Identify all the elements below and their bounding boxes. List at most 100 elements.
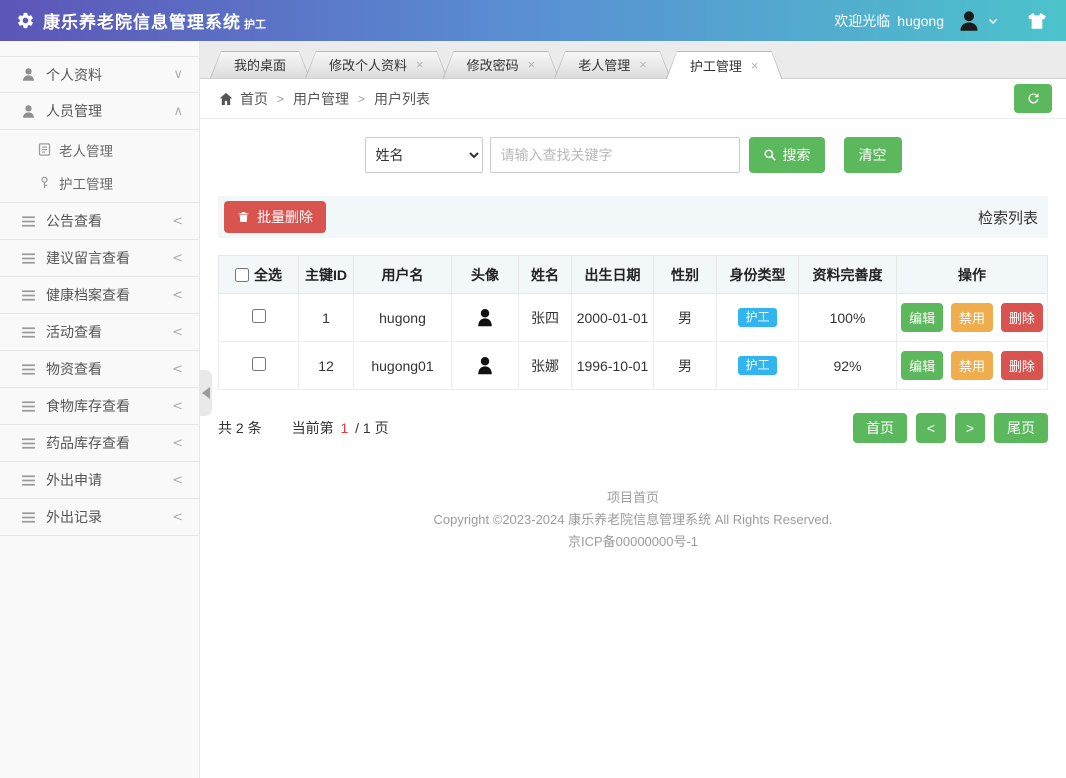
pagination: 共 2 条 当前第 1 / 1 页 首页 < > 尾页 <box>218 413 1048 443</box>
sidebar-item-announcements[interactable]: 公告查看 < <box>0 203 199 240</box>
footer-copyright: Copyright ©2023-2024 康乐养老院信息管理系统 All Rig… <box>218 509 1048 531</box>
breadcrumb-separator: > <box>277 92 284 106</box>
close-icon[interactable]: × <box>416 58 424 71</box>
tab-change-password[interactable]: 修改密码 × <box>443 51 560 78</box>
sidebar-item-elder-mgmt[interactable]: 老人管理 <box>0 133 199 166</box>
last-page-button[interactable]: 尾页 <box>994 413 1048 443</box>
cell-select <box>219 294 299 342</box>
sidebar-item-label: 人员管理 <box>46 101 102 121</box>
sidebar-item-medicine-inventory[interactable]: 药品库存查看 < <box>0 425 199 462</box>
batch-delete-button[interactable]: 批量删除 <box>224 201 326 233</box>
gear-icon <box>16 11 35 30</box>
list-title: 检索列表 <box>978 207 1038 228</box>
sidebar-item-profile[interactable]: 个人资料 ∨ <box>0 56 199 93</box>
cell-avatar <box>452 294 519 342</box>
next-page-button[interactable]: > <box>955 413 985 443</box>
sidebar-item-suggestions[interactable]: 建议留言查看 < <box>0 240 199 277</box>
sidebar-item-label: 个人资料 <box>46 65 102 85</box>
prev-page-button[interactable]: < <box>916 413 946 443</box>
first-page-button[interactable]: 首页 <box>853 413 907 443</box>
edit-button[interactable]: 编辑 <box>901 303 943 332</box>
search-input[interactable] <box>490 137 740 173</box>
tab-my-desktop[interactable]: 我的桌面 <box>210 51 310 78</box>
tab-bar: 我的桌面 修改个人资料 × 修改密码 × 老人管理 × 护工管理 × <box>200 41 1066 79</box>
breadcrumb-separator: > <box>358 92 365 106</box>
sidebar-item-label: 健康档案查看 <box>46 285 130 305</box>
cell-birth: 2000-01-01 <box>572 294 654 342</box>
sidebar-item-label: 外出申请 <box>46 470 102 490</box>
table-toolbar: 批量删除 检索列表 <box>218 196 1048 238</box>
row-checkbox[interactable] <box>252 309 266 323</box>
list-icon <box>37 142 52 157</box>
sidebar-item-label: 外出记录 <box>46 507 102 527</box>
header-name: 姓名 <box>519 256 572 294</box>
header-role: 身份类型 <box>717 256 799 294</box>
menu-icon <box>20 509 37 526</box>
sidebar-item-activities[interactable]: 活动查看 < <box>0 314 199 351</box>
sidebar-item-outing-records[interactable]: 外出记录 < <box>0 499 199 536</box>
delete-button[interactable]: 删除 <box>1001 303 1043 332</box>
top-header: 康乐养老院信息管理系统 护工 欢迎光临 hugong <box>0 0 1066 41</box>
cell-gender: 男 <box>654 294 717 342</box>
disable-button[interactable]: 禁用 <box>951 303 993 332</box>
footer-home-link[interactable]: 项目首页 <box>218 487 1048 509</box>
chevron-left-icon: < <box>172 362 183 377</box>
user-icon <box>20 66 37 83</box>
sidebar-collapse-handle[interactable] <box>200 370 212 416</box>
search-button[interactable]: 搜索 <box>749 137 825 173</box>
sidebar: 个人资料 ∨ 人员管理 ∧ 老人管理 护工管理 公告查看 < 建议留言查看 <box>0 41 200 778</box>
sidebar-item-food-inventory[interactable]: 食物库存查看 < <box>0 388 199 425</box>
close-icon[interactable]: × <box>639 58 647 71</box>
cell-id: 12 <box>299 342 354 390</box>
refresh-icon <box>1026 91 1041 106</box>
cell-id: 1 <box>299 294 354 342</box>
select-all-checkbox[interactable] <box>235 268 249 282</box>
content-panel: 姓名 搜索 清空 批量删除 检索列表 <box>200 119 1066 778</box>
sidebar-item-outing-application[interactable]: 外出申请 < <box>0 462 199 499</box>
tab-caregiver-mgmt[interactable]: 护工管理 × <box>666 51 783 79</box>
header-gender: 性别 <box>654 256 717 294</box>
refresh-button[interactable] <box>1014 84 1052 113</box>
disable-button[interactable]: 禁用 <box>951 351 993 380</box>
sidebar-item-health-records[interactable]: 健康档案查看 < <box>0 277 199 314</box>
tab-elder-mgmt[interactable]: 老人管理 × <box>554 51 671 78</box>
user-menu[interactable] <box>956 8 1000 34</box>
chevron-left-icon: < <box>172 214 183 229</box>
sidebar-item-label: 活动查看 <box>46 322 102 342</box>
breadcrumb-user-list[interactable]: 用户列表 <box>374 89 430 109</box>
row-checkbox[interactable] <box>252 357 266 371</box>
close-icon[interactable]: × <box>528 58 536 71</box>
breadcrumb-user-mgmt[interactable]: 用户管理 <box>293 89 349 109</box>
search-field-select[interactable]: 姓名 <box>365 137 483 173</box>
edit-button[interactable]: 编辑 <box>901 351 943 380</box>
header-completeness: 资料完善度 <box>799 256 897 294</box>
sidebar-item-caregiver-mgmt[interactable]: 护工管理 <box>0 166 199 199</box>
breadcrumb-home[interactable]: 首页 <box>240 89 268 109</box>
sidebar-item-personnel[interactable]: 人员管理 ∧ <box>0 93 199 130</box>
sidebar-item-label: 食物库存查看 <box>46 396 130 416</box>
search-form: 姓名 搜索 清空 <box>218 137 1048 173</box>
main-area: 我的桌面 修改个人资料 × 修改密码 × 老人管理 × 护工管理 × <box>200 41 1066 778</box>
sidebar-submenu-personnel: 老人管理 护工管理 <box>0 130 199 203</box>
chevron-down-icon <box>986 14 1000 28</box>
collapse-arrow-icon <box>202 387 210 399</box>
breadcrumb: 首页 > 用户管理 > 用户列表 <box>200 79 1066 119</box>
delete-button[interactable]: 删除 <box>1001 351 1043 380</box>
pagination-total: 共 2 条 <box>218 418 262 438</box>
close-icon[interactable]: × <box>751 59 759 72</box>
theme-tshirt-icon[interactable] <box>1026 10 1048 32</box>
sidebar-item-supplies[interactable]: 物资查看 < <box>0 351 199 388</box>
chevron-left-icon: < <box>172 399 183 414</box>
welcome-text: 欢迎光临 <box>834 11 890 31</box>
clear-button[interactable]: 清空 <box>844 137 902 173</box>
tab-edit-profile[interactable]: 修改个人资料 × <box>305 51 448 78</box>
chevron-left-icon: < <box>172 288 183 303</box>
header-id: 主键ID <box>299 256 354 294</box>
app-subtitle: 护工 <box>244 16 266 32</box>
cell-actions: 编辑 禁用 删除 <box>897 342 1048 390</box>
menu-icon <box>20 250 37 267</box>
menu-icon <box>20 435 37 452</box>
role-badge: 护工 <box>738 356 776 375</box>
avatar-icon <box>956 8 982 34</box>
pagination-current: 当前第 1 / 1 页 <box>292 418 389 438</box>
